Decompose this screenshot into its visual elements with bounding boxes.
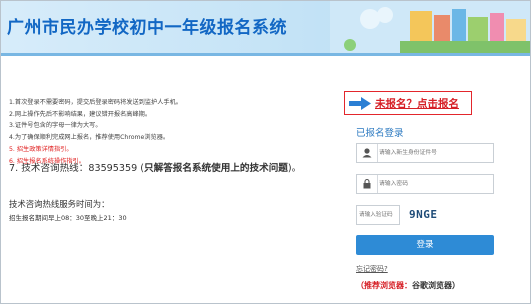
id-number-input[interactable] bbox=[379, 145, 489, 161]
notice-item: 2.网上操作先后不影响结果，建议错开报名高峰期。 bbox=[9, 110, 152, 118]
browser-label: （推荐浏览器： bbox=[356, 281, 412, 290]
page-title: 广州市民办学校初中一年级报名系统 bbox=[7, 18, 287, 38]
user-icon bbox=[362, 144, 378, 162]
captcha-input[interactable] bbox=[359, 207, 397, 223]
banner-illustration bbox=[330, 1, 530, 53]
hotline-prefix: 7. 技术咨询热线：83595359 ( bbox=[9, 163, 144, 174]
arrow-right-icon bbox=[349, 97, 371, 110]
lock-icon bbox=[363, 175, 378, 193]
browser-recommendation: （推荐浏览器：谷歌浏览器） bbox=[356, 280, 460, 291]
notice-list: 1.首次登录不需要密码，提交后登录密码将发送到监护人手机。 2.网上操作先后不影… bbox=[9, 97, 329, 167]
captcha-image[interactable]: 9NGE bbox=[409, 206, 445, 224]
hotline-hours: 招生报名期间早上08：30至晚上21：30 bbox=[9, 214, 127, 222]
login-title: 已报名登录 bbox=[356, 128, 404, 139]
password-input[interactable] bbox=[379, 176, 489, 192]
browser-name: 谷歌浏览器） bbox=[412, 281, 460, 290]
register-link[interactable]: 未报名？点击报名 bbox=[375, 96, 459, 111]
notice-item: 4.为了确保顺利完成网上报名，推荐使用Chrome浏览器。 bbox=[9, 134, 170, 142]
login-button[interactable]: 登录 bbox=[356, 235, 494, 255]
hotline-suffix: )。 bbox=[287, 163, 302, 174]
captcha-field bbox=[356, 205, 400, 225]
hotline-text: 7. 技术咨询热线：83595359 (只解答报名系统使用上的技术问题)。 bbox=[9, 163, 329, 175]
header-banner: 广州市民办学校初中一年级报名系统 bbox=[1, 1, 530, 53]
page: 广州市民办学校初中一年级报名系统 1.首次登录不需要密码，提交后登录密码将发送到… bbox=[0, 0, 531, 304]
forgot-password-link[interactable]: 忘记密码? bbox=[356, 264, 388, 274]
hotline-hours-label: 技术咨询热线服务时间为： bbox=[9, 199, 110, 209]
notice-item: 1.首次登录不需要密码，提交后登录密码将发送到监护人手机。 bbox=[9, 99, 182, 106]
register-callout: 未报名？点击报名 bbox=[344, 91, 472, 115]
hotline-scope: 只解答报名系统使用上的技术问题 bbox=[143, 163, 288, 174]
notice-item: 3.证件号包含的字母一律为大写。 bbox=[9, 122, 102, 130]
header-divider bbox=[1, 53, 530, 56]
password-field bbox=[356, 174, 494, 194]
policy-guide-link[interactable]: 5. 招生政策详情指引。 bbox=[9, 144, 329, 156]
id-number-field bbox=[356, 143, 494, 163]
